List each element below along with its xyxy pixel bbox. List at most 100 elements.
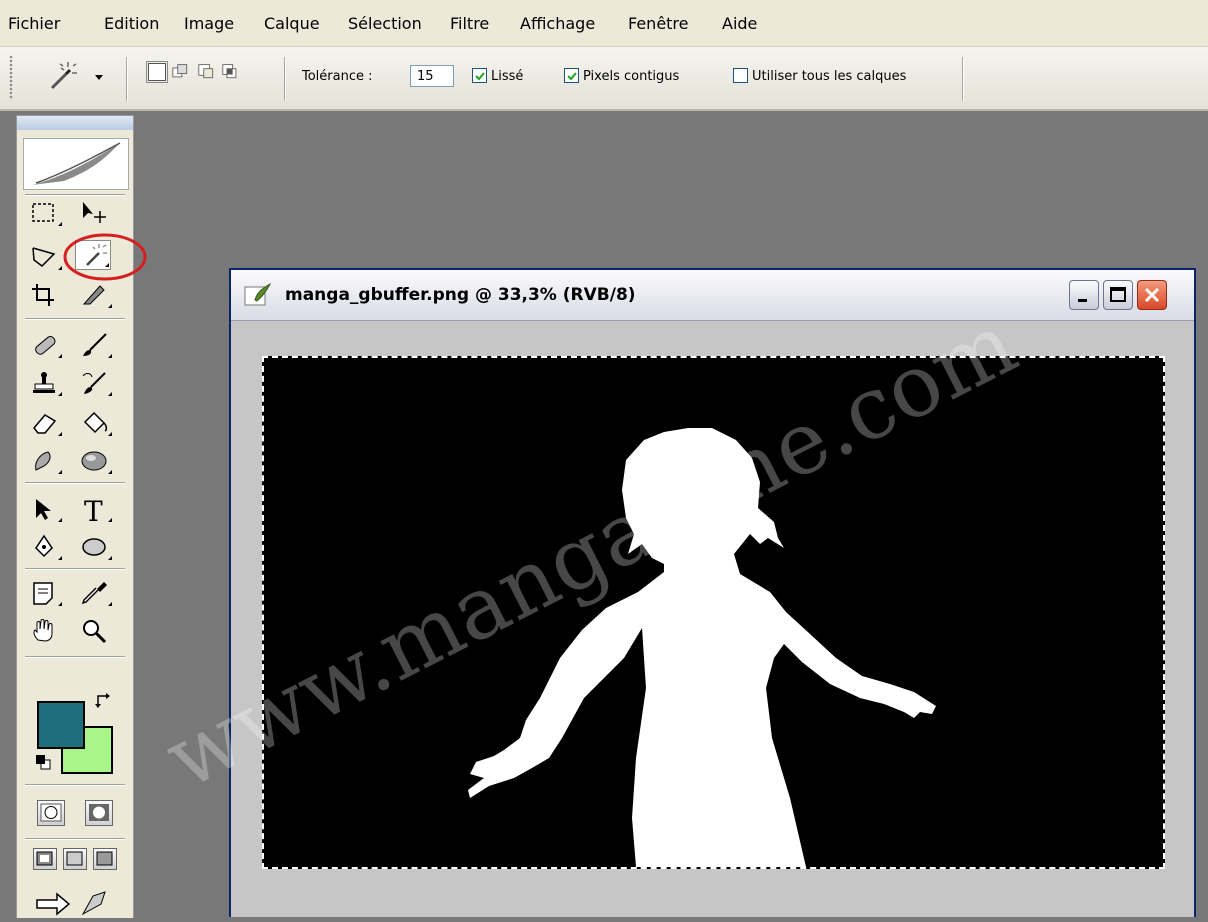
- move-icon: [83, 202, 106, 223]
- crop-icon: [32, 284, 54, 306]
- sponge-icon: [81, 451, 107, 471]
- eraser-icon: [33, 414, 57, 434]
- standard-mode-button[interactable]: [37, 800, 65, 826]
- antialias-label[interactable]: Lissé: [491, 69, 523, 84]
- menu-selection[interactable]: Sélection: [348, 14, 422, 33]
- marquee-tool[interactable]: [27, 198, 63, 228]
- tolerance-input[interactable]: 15: [410, 65, 454, 87]
- minimize-button[interactable]: [1069, 280, 1099, 310]
- silhouette-image: [468, 428, 936, 867]
- pen-tool[interactable]: [27, 532, 63, 562]
- arrow-pointer-icon: [36, 499, 51, 520]
- sample-all-layers-checkbox[interactable]: [733, 68, 748, 83]
- hand-tool[interactable]: [27, 616, 63, 646]
- svg-text:T: T: [84, 496, 103, 524]
- intersect-selection-button[interactable]: [222, 63, 240, 81]
- minimize-icon: [1078, 299, 1087, 302]
- antialias-checkbox[interactable]: [472, 68, 487, 83]
- finger-smudge-icon: [35, 451, 51, 471]
- document-title: manga_gbuffer.png @ 33,3% (RVB/8): [285, 285, 636, 305]
- maximize-button[interactable]: [1103, 280, 1133, 310]
- healing-brush-tool[interactable]: [27, 330, 63, 360]
- paint-bucket-icon: [83, 411, 108, 434]
- screen-mode-full-icon: [96, 851, 113, 866]
- document-titlebar[interactable]: manga_gbuffer.png @ 33,3% (RVB/8): [231, 270, 1194, 321]
- brush-icon: [83, 333, 107, 356]
- magnifier-icon: [83, 620, 107, 644]
- magic-wand-icon: [50, 62, 77, 90]
- contiguous-label[interactable]: Pixels contigus: [583, 69, 679, 84]
- default-colors-icon[interactable]: [35, 754, 51, 770]
- full-screen-menu-mode-button[interactable]: [63, 848, 87, 870]
- tool-preset-picker[interactable]: [46, 61, 106, 91]
- toolbox-titlebar[interactable]: [17, 116, 133, 130]
- slice-knife-icon: [82, 285, 105, 305]
- jump-to-imageready-button[interactable]: [31, 888, 121, 918]
- move-tool[interactable]: [77, 198, 113, 228]
- standard-screen-mode-button[interactable]: [33, 848, 57, 870]
- menu-fichier[interactable]: Fichier: [8, 14, 60, 33]
- close-icon: [1144, 287, 1160, 303]
- path-selection-tool[interactable]: [27, 494, 63, 524]
- add-to-selection-button[interactable]: [172, 63, 190, 81]
- menu-affichage[interactable]: Affichage: [520, 14, 595, 33]
- options-bar: Tolérance : 15 Lissé Pixels contigus Uti…: [0, 47, 1208, 111]
- tolerance-label: Tolérance :: [302, 69, 373, 84]
- crop-tool[interactable]: [27, 280, 63, 310]
- notes-tool[interactable]: [27, 578, 63, 608]
- swap-colors-icon[interactable]: [95, 692, 113, 710]
- maximize-icon: [1110, 287, 1126, 302]
- hand-icon: [33, 619, 53, 642]
- shape-tool[interactable]: [77, 532, 113, 562]
- type-t-icon: T: [84, 496, 103, 524]
- quick-mask-icon: [89, 804, 109, 821]
- full-screen-mode-button[interactable]: [93, 848, 117, 870]
- contiguous-checkbox[interactable]: [564, 68, 579, 83]
- checkmark-icon: [475, 72, 485, 81]
- sample-all-layers-label[interactable]: Utiliser tous les calques: [752, 69, 906, 84]
- stamp-icon: [33, 372, 55, 393]
- toolbox-panel: T: [16, 115, 147, 918]
- brush-tool[interactable]: [77, 330, 113, 360]
- note-icon: [33, 582, 53, 605]
- screen-mode-menu-icon: [66, 851, 83, 866]
- document-window: manga_gbuffer.png @ 33,3% (RVB/8): [229, 268, 1196, 917]
- standard-mode-icon: [40, 803, 62, 822]
- menu-filtre[interactable]: Filtre: [450, 14, 489, 33]
- history-brush-icon: [82, 372, 106, 394]
- polygonal-lasso-icon: [32, 247, 56, 267]
- imageready-jump-icon: [36, 891, 106, 916]
- pen-nib-icon: [35, 534, 53, 558]
- subtract-from-selection-button[interactable]: [198, 63, 216, 81]
- clone-stamp-tool[interactable]: [27, 368, 63, 398]
- lasso-tool[interactable]: [27, 242, 63, 272]
- menu-edition[interactable]: Edition: [104, 14, 159, 33]
- blur-tool[interactable]: [27, 446, 63, 476]
- menu-aide[interactable]: Aide: [722, 14, 757, 33]
- ellipse-shape-icon: [82, 538, 106, 556]
- feather-logo[interactable]: [23, 138, 129, 190]
- eyedropper-tool[interactable]: [77, 578, 113, 608]
- options-bar-grip[interactable]: [9, 55, 13, 99]
- menu-fenetre[interactable]: Fenêtre: [628, 14, 689, 33]
- menu-image[interactable]: Image: [184, 14, 234, 33]
- quick-mask-mode-button[interactable]: [85, 800, 113, 826]
- screen-mode-standard-icon: [36, 851, 53, 866]
- foreground-color-swatch[interactable]: [37, 701, 85, 749]
- eyedropper-icon: [81, 582, 107, 605]
- close-button[interactable]: [1137, 280, 1167, 310]
- feather-icon: [32, 142, 121, 185]
- image-canvas[interactable]: [262, 356, 1165, 869]
- document-file-icon: [244, 282, 272, 306]
- menu-calque[interactable]: Calque: [264, 14, 320, 33]
- sponge-tool[interactable]: [77, 446, 113, 476]
- rectangular-marquee-icon: [32, 203, 54, 222]
- slice-tool[interactable]: [77, 280, 113, 310]
- type-tool[interactable]: T: [77, 494, 113, 524]
- chevron-down-icon: [95, 75, 103, 80]
- paint-bucket-tool[interactable]: [77, 408, 113, 438]
- history-brush-tool[interactable]: [77, 368, 113, 398]
- eraser-tool[interactable]: [27, 408, 63, 438]
- new-selection-button[interactable]: [146, 61, 168, 83]
- zoom-tool[interactable]: [77, 616, 113, 646]
